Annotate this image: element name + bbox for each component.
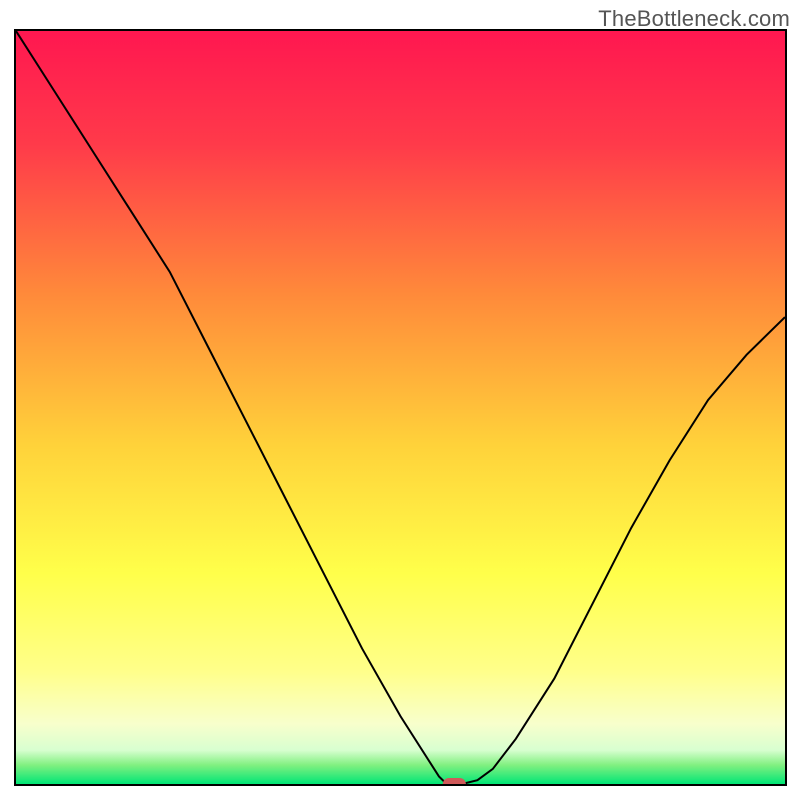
watermark: TheBottleneck.com — [598, 6, 790, 32]
minimum-marker — [443, 778, 466, 784]
chart-frame — [14, 29, 787, 786]
chart-svg — [16, 31, 785, 784]
gradient-background — [16, 31, 785, 784]
